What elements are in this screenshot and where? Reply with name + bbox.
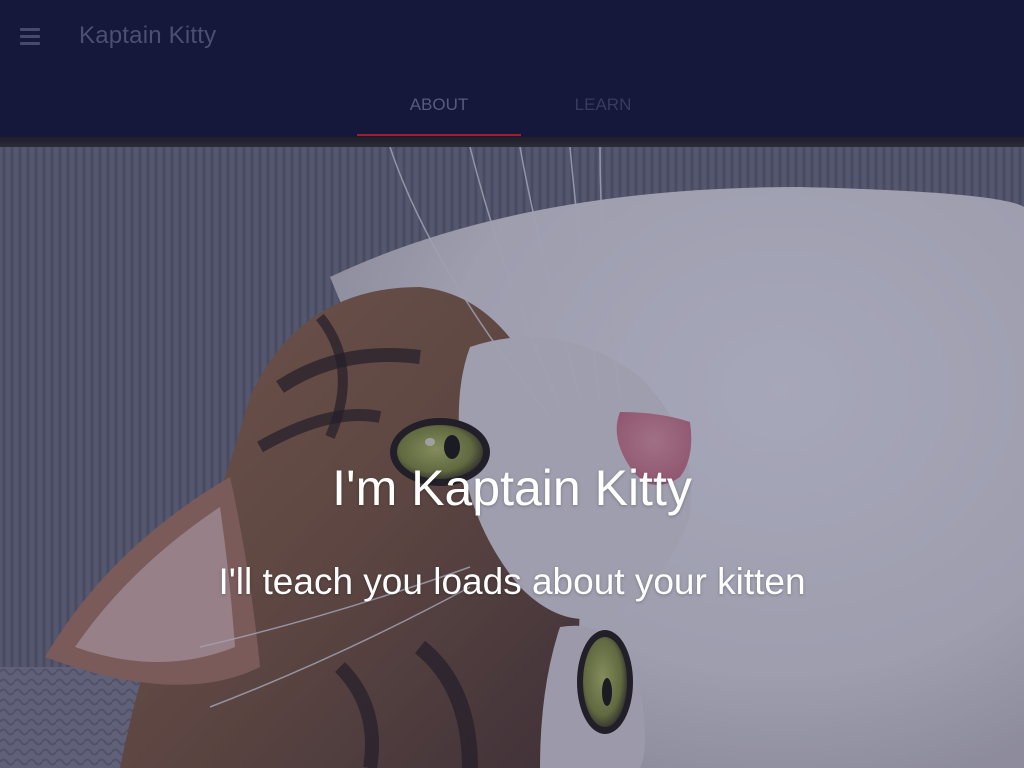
hero-subtitle: I'll teach you loads about your kitten xyxy=(218,561,806,602)
tab-bar: ABOUT LEARN xyxy=(357,88,685,137)
app-bar-shadow xyxy=(0,137,1024,147)
tab-learn[interactable]: LEARN xyxy=(521,88,685,137)
app-title: Kaptain Kitty xyxy=(79,22,217,49)
hero-overlay xyxy=(0,147,1024,768)
active-tab-indicator xyxy=(357,134,521,136)
app-bar: Kaptain Kitty ABOUT LEARN xyxy=(0,0,1024,137)
tab-learn-label: LEARN xyxy=(574,95,632,114)
app-root: Kaptain Kitty ABOUT LEARN I'm Kaptain Ki… xyxy=(0,0,1024,768)
hero-title: I'm Kaptain Kitty xyxy=(332,460,692,516)
tab-about[interactable]: ABOUT xyxy=(357,88,521,137)
hamburger-menu-icon[interactable] xyxy=(14,20,46,52)
tab-about-label: ABOUT xyxy=(409,95,469,114)
hero-section: I'm Kaptain Kitty I'll teach you loads a… xyxy=(0,147,1024,768)
